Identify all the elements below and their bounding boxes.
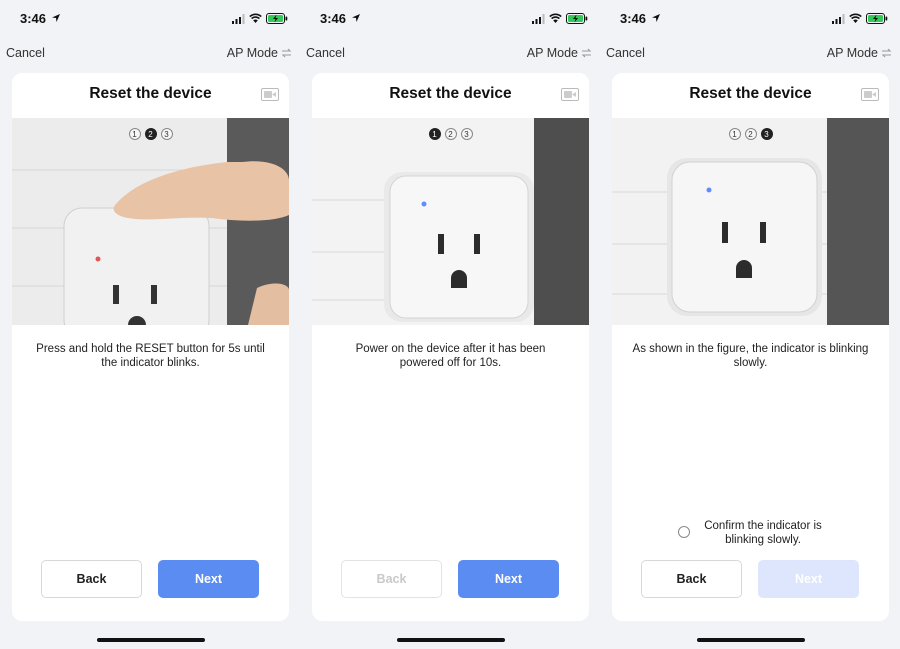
next-button[interactable]: Next — [158, 560, 259, 598]
step-indicator: 1 2 3 — [312, 128, 589, 140]
card-title: Reset the device — [389, 85, 512, 102]
back-button[interactable]: Back — [641, 560, 742, 598]
location-arrow-icon — [652, 14, 660, 22]
home-indicator — [97, 638, 205, 642]
step-1: 1 — [128, 128, 141, 140]
cellular-signal-icon — [532, 14, 545, 24]
ap-mode-label: AP Mode — [226, 46, 278, 60]
step-3: 3 — [160, 128, 173, 140]
back-button-disabled[interactable]: Back — [341, 560, 442, 598]
ap-mode-label: AP Mode — [826, 46, 878, 60]
video-icon[interactable] — [861, 88, 879, 101]
battery-charging-icon — [266, 13, 288, 24]
cancel-button[interactable]: Cancel — [306, 46, 345, 60]
confirm-label: Confirm the indicator is blinking slowly… — [704, 520, 822, 546]
plug-press-illustration — [12, 118, 289, 325]
swap-arrows-icon — [281, 48, 292, 58]
screen-step-1: 3:46 Cancel AP Mode Reset the device 1 2… — [300, 0, 600, 649]
video-icon[interactable] — [261, 88, 279, 101]
ap-mode-button[interactable]: AP Mode — [527, 46, 592, 60]
step-1: 1 — [728, 128, 741, 140]
radio-circle[interactable] — [678, 526, 690, 538]
instruction-text: Power on the device after it has been po… — [355, 343, 546, 369]
step-2-active: 2 — [144, 128, 157, 140]
ap-mode-label: AP Mode — [526, 46, 578, 60]
card-title: Reset the device — [89, 85, 212, 102]
home-indicator — [697, 638, 805, 642]
device-photo: 1 2 3 — [12, 118, 289, 325]
cellular-signal-icon — [832, 14, 845, 24]
next-button-disabled[interactable]: Next — [758, 560, 859, 598]
confirm-blinking-radio[interactable]: Confirm the indicator is blinking slowly… — [678, 519, 858, 547]
battery-charging-icon — [566, 13, 588, 24]
status-bar: 3:46 — [600, 10, 900, 30]
screen-step-3: 3:46 Cancel AP Mode Reset the device 1 2… — [600, 0, 900, 649]
card-title: Reset the device — [689, 85, 812, 102]
step-2: 2 — [744, 128, 757, 140]
step-3: 3 — [460, 128, 473, 140]
cancel-button[interactable]: Cancel — [6, 46, 45, 60]
screen-step-2: 3:46 Cancel AP Mode Reset the device 1 2… — [0, 0, 300, 649]
instruction-text: Press and hold the RESET button for 5s u… — [36, 343, 265, 369]
status-bar: 3:46 — [300, 10, 600, 30]
swap-arrows-icon — [881, 48, 892, 58]
ap-mode-button[interactable]: AP Mode — [827, 46, 892, 60]
reset-card: Reset the device — [612, 73, 889, 621]
instruction-text: As shown in the figure, the indicator is… — [632, 343, 869, 369]
location-arrow-icon — [52, 14, 60, 22]
device-photo: 1 2 3 — [612, 118, 889, 325]
swap-arrows-icon — [581, 48, 592, 58]
step-indicator: 1 2 3 — [612, 128, 889, 140]
video-icon[interactable] — [561, 88, 579, 101]
screens: 3:46 Cancel AP Mode Reset the device 1 2… — [0, 0, 900, 649]
device-photo: 1 2 3 — [312, 118, 589, 325]
cancel-button[interactable]: Cancel — [606, 46, 645, 60]
top-nav: Cancel AP Mode — [0, 44, 300, 64]
wifi-icon — [849, 13, 862, 23]
cellular-signal-icon — [232, 14, 245, 24]
plug-in-outlet-illustration — [312, 118, 589, 325]
step-indicator: 1 2 3 — [12, 128, 289, 140]
back-button[interactable]: Back — [41, 560, 142, 598]
status-time: 3:46 — [320, 11, 347, 26]
status-time: 3:46 — [20, 11, 47, 26]
step-1-active: 1 — [428, 128, 441, 140]
reset-card: Reset the device — [312, 73, 589, 621]
wifi-icon — [549, 13, 562, 23]
location-arrow-icon — [352, 14, 360, 22]
top-nav: Cancel AP Mode — [600, 44, 900, 64]
status-time: 3:46 — [620, 11, 647, 26]
plug-blinking-illustration — [612, 118, 889, 325]
next-button[interactable]: Next — [458, 560, 559, 598]
wifi-icon — [249, 13, 262, 23]
battery-charging-icon — [866, 13, 888, 24]
step-2: 2 — [444, 128, 457, 140]
reset-card: Reset the device — [12, 73, 289, 621]
step-3-active: 3 — [760, 128, 773, 140]
top-nav: Cancel AP Mode — [300, 44, 600, 64]
home-indicator — [397, 638, 505, 642]
status-bar: 3:46 — [0, 10, 300, 30]
ap-mode-button[interactable]: AP Mode — [227, 46, 292, 60]
